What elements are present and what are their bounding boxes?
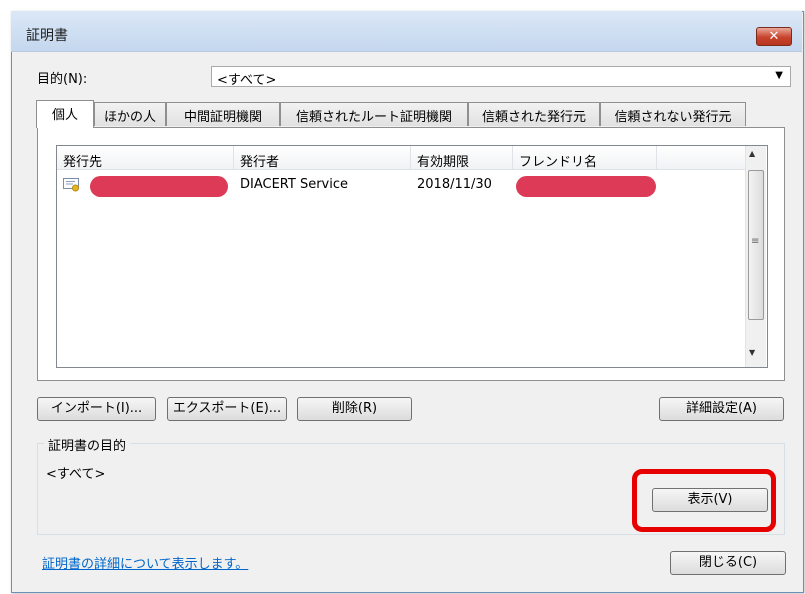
- tab-trusted-root-ca[interactable]: 信頼されたルート証明機関: [280, 102, 468, 126]
- delete-button[interactable]: 削除(R): [297, 397, 412, 421]
- purpose-group-caption: 証明書の目的: [44, 435, 131, 454]
- export-button[interactable]: エクスポート(E)...: [167, 397, 287, 421]
- advanced-button[interactable]: 詳細設定(A): [659, 397, 784, 421]
- purpose-dropdown[interactable]: <すべて> ▼: [211, 66, 791, 88]
- purpose-selected-value: <すべて>: [217, 73, 277, 88]
- window-title: 証明書: [26, 28, 68, 44]
- column-issued-to[interactable]: 発行先: [57, 146, 234, 170]
- tab-personal[interactable]: 個人: [36, 100, 94, 128]
- scroll-up-arrow-icon[interactable]: ▲: [749, 149, 755, 158]
- column-filler: [657, 146, 746, 170]
- redacted-issued-to: [90, 176, 228, 197]
- grip-icon: ≡: [751, 236, 760, 247]
- scroll-down-arrow-icon[interactable]: ▼: [749, 348, 755, 357]
- certificate-list[interactable]: 発行先 発行者 有効期限 フレンドリ名 DIACERT Service 2018…: [56, 145, 768, 368]
- highlight-box: [632, 469, 776, 532]
- purpose-group-value: <すべて>: [46, 467, 106, 482]
- issuer-cell: DIACERT Service: [240, 177, 349, 192]
- tab-trusted-publishers[interactable]: 信頼された発行元: [468, 102, 600, 126]
- tab-other-people[interactable]: ほかの人: [94, 102, 166, 126]
- purpose-label: 目的(N):: [37, 72, 88, 87]
- window-close-button[interactable]: ✕: [756, 27, 792, 46]
- certificate-details-link[interactable]: 証明書の詳細について表示します。: [42, 553, 248, 572]
- title-bar: [11, 11, 802, 52]
- close-icon: ✕: [768, 29, 780, 44]
- tab-intermediate-ca[interactable]: 中間証明機関: [166, 102, 280, 126]
- column-issuer[interactable]: 発行者: [234, 146, 411, 170]
- import-button[interactable]: インポート(I)...: [37, 397, 156, 421]
- column-friendly-name[interactable]: フレンドリ名: [513, 146, 657, 170]
- redacted-friendly-name: [516, 176, 656, 197]
- expiry-cell: 2018/11/30: [417, 177, 492, 192]
- close-button[interactable]: 閉じる(C): [670, 551, 786, 575]
- tab-untrusted-publishers[interactable]: 信頼されない発行元: [600, 102, 746, 126]
- chevron-down-icon: ▼: [775, 70, 783, 81]
- column-expiry[interactable]: 有効期限: [411, 146, 513, 170]
- certificate-icon: [63, 178, 79, 192]
